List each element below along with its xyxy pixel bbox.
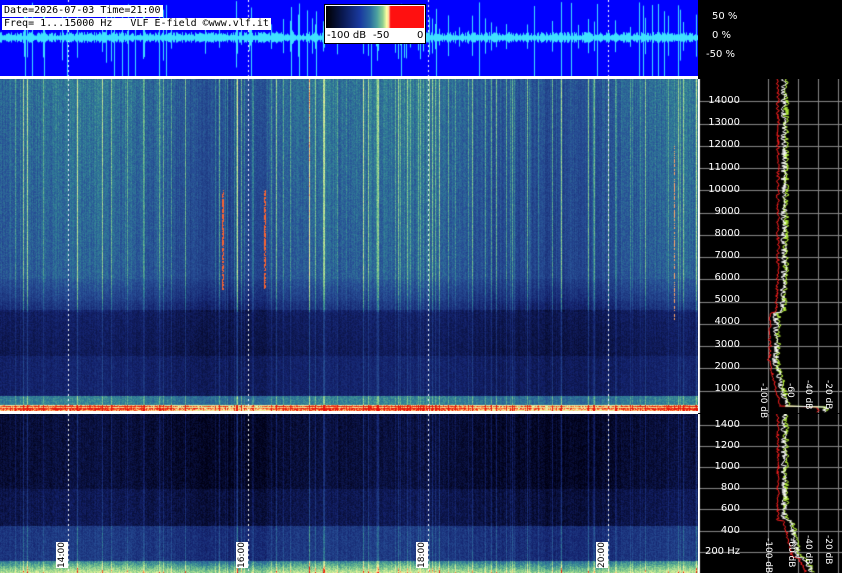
spectrum-low-xtick-minus60: -60 dB (786, 538, 796, 568)
spectrogram-low-ytick: 200 Hz (704, 545, 740, 557)
spectrogram-full-ytick: 3000 (714, 338, 740, 350)
spectrum-low-xtick-minus100: -100 dB (763, 538, 773, 573)
spectrogram-low-band (0, 414, 698, 573)
spectrogram-full-ytick: 13000 (708, 117, 740, 129)
spectrum-full-xtick-minus40: -40 dB (803, 380, 813, 410)
spectrogram-full-ytick: 9000 (714, 205, 740, 217)
vlf-spectrogram-display: Date=2026-07-03 Time=21:00 Freq= 1...150… (0, 0, 842, 573)
spectrogram-full-ytick: 10000 (708, 183, 740, 195)
spectrum-full-xtick-minus20: -20 dB (823, 380, 833, 410)
spectrum-full-xtick-minus60: -60 (785, 383, 795, 398)
time-tick-2000: 20:00 (596, 542, 608, 568)
colorbar-label-mid: -50 (373, 30, 390, 41)
spectrogram-low-ytick: 1200 (714, 439, 740, 451)
time-tick-1400: 14:00 (56, 542, 68, 568)
spectrogram-full-ytick: 14000 (708, 95, 740, 107)
frequency-range-label: Freq= 1...15000 Hz VLF E-field ©www.vlf.… (2, 18, 271, 30)
time-tick-1600: 16:00 (236, 542, 248, 568)
colorbar: -100 dB -50 0 (324, 4, 426, 44)
spectrum-low-xtick-minus40: -40 dB (803, 535, 813, 565)
spectrogram-low-ytick: 800 (720, 482, 740, 494)
spectrogram-full-ytick: 4000 (714, 316, 740, 328)
spectrogram-full-band (0, 79, 698, 411)
waveform-ytick-50: 50 % (712, 11, 738, 22)
spectrogram-full-ytick: 2000 (714, 360, 740, 372)
waveform-ytick-minus50: -50 % (706, 49, 736, 60)
spectrogram-low-ytick: 1000 (714, 461, 740, 472)
spectrogram-full-ytick: 8000 (714, 227, 740, 239)
spectrogram-low-ytick: 1400 (714, 418, 740, 430)
spectrogram-full-ytick: 11000 (708, 161, 740, 173)
spectrum-full-xtick-minus100: -100 dB (758, 383, 768, 419)
date-time-label: Date=2026-07-03 Time=21:00 (2, 5, 163, 17)
spectrogram-low-ytick: 600 (720, 503, 740, 515)
spectrogram-low-ytick: 400 (720, 524, 740, 536)
colorbar-gradient (326, 6, 424, 28)
spectrogram-full-ytick: 12000 (708, 139, 740, 151)
waveform-ytick-0: 0 % (712, 30, 732, 41)
spectrogram-full-ytick: 6000 (714, 272, 740, 284)
spectrogram-full-ytick: 1000 (714, 382, 740, 394)
colorbar-label-max: 0 (417, 30, 424, 41)
spectrum-low-xtick-minus20: -20 dB (823, 535, 833, 565)
colorbar-label-min: -100 dB (327, 30, 367, 41)
spectrogram-full-ytick: 5000 (714, 294, 740, 306)
spectrogram-full-ytick: 7000 (714, 250, 740, 262)
time-tick-1800: 18:00 (416, 542, 428, 568)
